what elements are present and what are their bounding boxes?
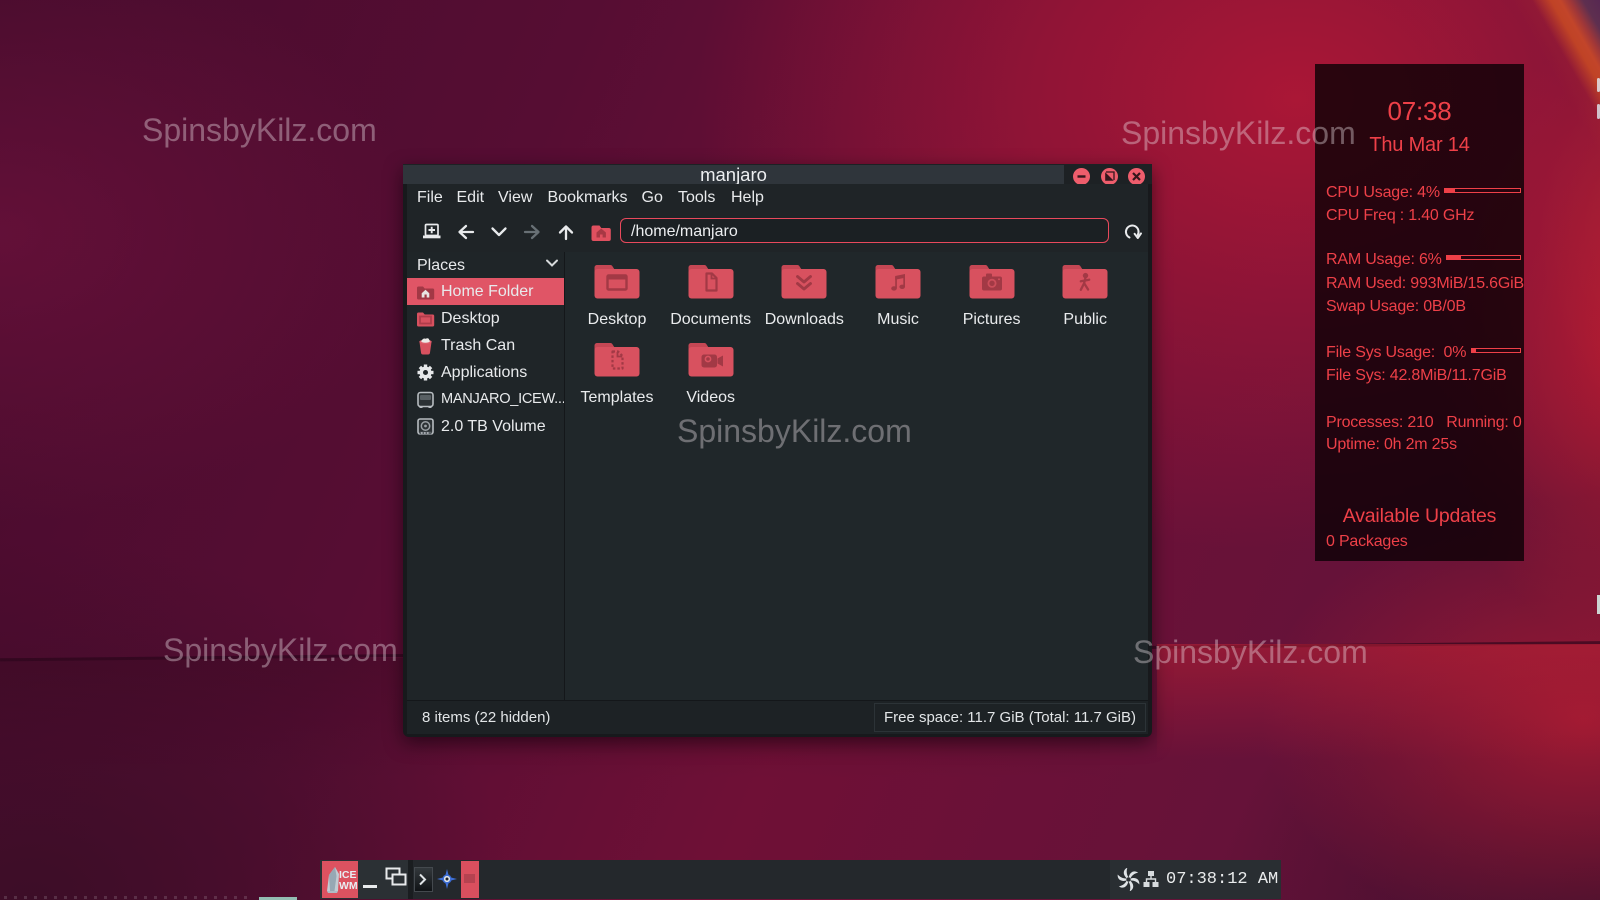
- svg-text:WM: WM: [339, 880, 358, 892]
